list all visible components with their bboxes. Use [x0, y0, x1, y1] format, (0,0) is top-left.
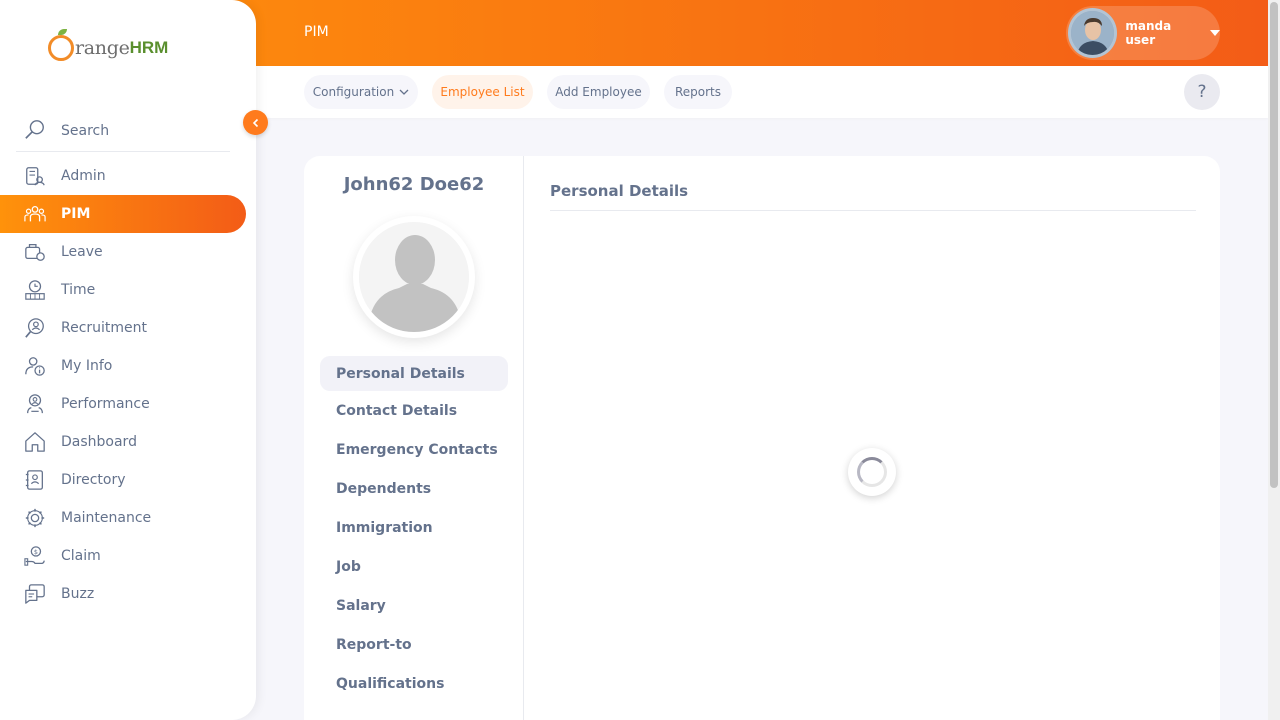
sidebar-search[interactable]: Search — [16, 108, 230, 152]
dashboard-icon — [25, 432, 45, 452]
admin-icon — [26, 167, 45, 186]
tab-job[interactable]: Job — [320, 547, 508, 586]
pim-icon — [24, 206, 46, 222]
sidebar-item-label: Recruitment — [61, 320, 148, 336]
sidebar-item-recruitment[interactable]: Recruitment — [0, 309, 256, 347]
default-avatar-icon — [359, 222, 469, 332]
chevron-left-icon — [252, 118, 258, 127]
tab-report-to[interactable]: Report-to — [320, 625, 508, 664]
tab-immigration[interactable]: Immigration — [320, 508, 508, 547]
sidebar-item-leave[interactable]: Leave — [0, 233, 256, 271]
search-label: Search — [61, 122, 110, 139]
tab-personal-details[interactable]: Personal Details — [320, 356, 508, 391]
page-scrollbar[interactable] — [1268, 0, 1280, 720]
sidebar-item-dashboard[interactable]: Dashboard — [0, 423, 256, 461]
main-menu: Admin PIM Leave Time Recruitment My Info… — [0, 157, 256, 613]
tab-qualifications[interactable]: Qualifications — [320, 664, 508, 703]
scrollbar-thumb[interactable] — [1270, 2, 1278, 488]
search-icon — [25, 119, 44, 139]
sidebar-item-label: Maintenance — [61, 510, 152, 526]
recruitment-icon — [25, 318, 44, 338]
sidebar: range HRM Search Admin PIM Leave Time Re… — [0, 0, 256, 720]
sidebar-item-admin[interactable]: Admin — [0, 157, 256, 195]
help-button[interactable]: ? — [1184, 74, 1220, 110]
sidebar-item-label: Time — [61, 282, 96, 298]
tab-dependents[interactable]: Dependents — [320, 469, 508, 508]
tab-label: Add Employee — [555, 85, 642, 99]
sidebar-item-label: Claim — [61, 548, 101, 564]
sidebar-item-label: Admin — [61, 168, 106, 184]
leave-icon — [25, 244, 45, 261]
sidebar-item-maintenance[interactable]: Maintenance — [0, 499, 256, 537]
tab-configuration[interactable]: Configuration — [304, 75, 418, 109]
sidebar-item-directory[interactable]: Directory — [0, 461, 256, 499]
sidebar-item-label: Performance — [61, 396, 150, 412]
maintenance-icon — [25, 508, 45, 528]
tab-contact-details[interactable]: Contact Details — [320, 391, 508, 430]
sidebar-item-buzz[interactable]: Buzz — [0, 575, 256, 613]
directory-icon — [25, 470, 43, 490]
employee-side-panel: John62 Doe62 Personal Details Contact De… — [304, 156, 524, 720]
sidebar-collapse-button[interactable] — [243, 110, 268, 135]
sidebar-item-my-info[interactable]: My Info — [0, 347, 256, 385]
sidebar-item-label: PIM — [61, 206, 91, 222]
employee-card: John62 Doe62 Personal Details Contact De… — [304, 156, 1220, 720]
sidebar-item-pim[interactable]: PIM — [0, 195, 246, 233]
tab-employee-list[interactable]: Employee List — [432, 75, 533, 109]
sidebar-item-label: Buzz — [61, 586, 95, 602]
sidebar-item-performance[interactable]: Performance — [0, 385, 256, 423]
employee-photo[interactable] — [353, 216, 475, 338]
tab-salary[interactable]: Salary — [320, 586, 508, 625]
my-info-icon — [25, 357, 45, 376]
spinner-icon — [857, 457, 887, 487]
sidebar-item-claim[interactable]: $ Claim — [0, 537, 256, 575]
user-avatar — [1068, 8, 1118, 58]
employee-tabs: Personal Details Contact Details Emergen… — [320, 356, 508, 703]
sidebar-item-label: Leave — [61, 244, 103, 260]
caret-down-icon — [1210, 30, 1220, 36]
claim-icon: $ — [24, 546, 45, 566]
user-dropdown[interactable]: manda user — [1066, 6, 1220, 60]
tab-label: Configuration — [312, 85, 395, 99]
sidebar-item-label: Dashboard — [61, 434, 137, 450]
tab-reports[interactable]: Reports — [664, 75, 732, 109]
tab-label: Reports — [674, 85, 722, 99]
tab-emergency-contacts[interactable]: Emergency Contacts — [320, 430, 508, 469]
section-title: Personal Details — [550, 182, 689, 200]
section-divider — [550, 210, 1196, 211]
sidebar-item-label: My Info — [61, 358, 113, 374]
sidebar-item-label: Directory — [61, 472, 126, 488]
orange-logo-icon — [48, 29, 74, 61]
tab-add-employee[interactable]: Add Employee — [547, 75, 650, 109]
page-title: PIM — [304, 24, 329, 40]
time-icon — [25, 280, 45, 300]
brand-logo[interactable]: range HRM — [48, 29, 169, 66]
employee-name: John62 Doe62 — [343, 174, 485, 195]
tab-label: Employee List — [440, 85, 525, 99]
user-name: manda user — [1125, 19, 1172, 47]
sidebar-item-time[interactable]: Time — [0, 271, 256, 309]
brand-suffix: HRM — [129, 38, 169, 57]
performance-icon — [27, 394, 43, 414]
sub-navigation: Configuration Employee List Add Employee… — [256, 66, 1268, 118]
loading-spinner — [848, 448, 896, 496]
brand-name: range — [75, 37, 130, 59]
chevron-down-icon — [399, 89, 409, 95]
buzz-icon — [25, 584, 45, 604]
svg-text:$: $ — [34, 548, 38, 556]
